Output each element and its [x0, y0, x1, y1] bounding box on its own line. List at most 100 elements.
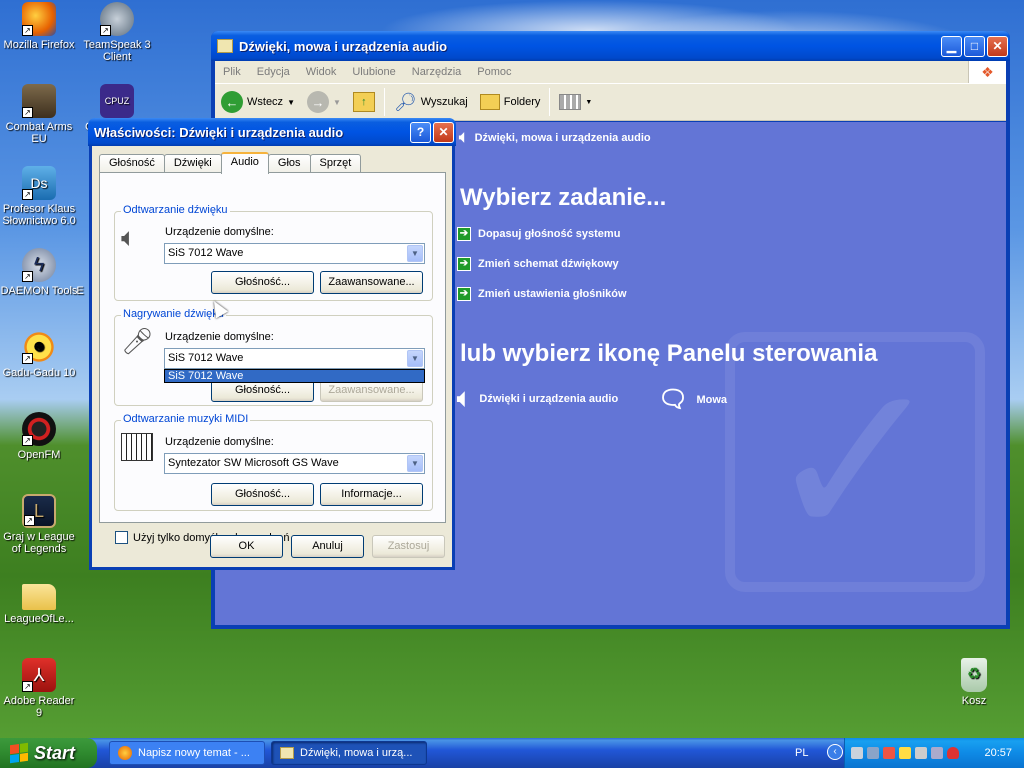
- help-button[interactable]: ?: [410, 121, 431, 143]
- playback-volume-button[interactable]: Głośność...: [211, 271, 314, 294]
- desktop-icon-partial[interactable]: E: [73, 285, 87, 297]
- tray-app-icon[interactable]: [883, 747, 895, 759]
- up-button[interactable]: ↑: [347, 92, 381, 112]
- clock[interactable]: 20:57: [984, 747, 1024, 759]
- desktop-icon-gadu-gadu[interactable]: ☻ ↗ Gadu-Gadu 10: [0, 330, 79, 379]
- cp-icon-speech[interactable]: 🗨︎ Mowa: [658, 385, 727, 414]
- recording-dropdown-option[interactable]: SiS 7012 Wave: [164, 369, 425, 383]
- icon-label: TeamSpeak 3 Client: [83, 39, 151, 63]
- panel-title-text: Dźwięki, mowa i urządzenia audio: [474, 132, 651, 144]
- tray-gadu-icon[interactable]: [899, 747, 911, 759]
- midi-device-select[interactable]: Syntezator SW Microsoft GS Wave ▼: [164, 453, 425, 474]
- windows-logo-icon: ❖: [968, 61, 1006, 83]
- desktop-icon-adobe-reader[interactable]: ⅄ ↗ Adobe Reader 9: [0, 658, 79, 719]
- tray-volume-icon[interactable]: [931, 747, 943, 759]
- search-button[interactable]: 🔎︎ Wyszukaj: [388, 92, 474, 113]
- daemon-tools-icon: ϟ ↗: [22, 248, 56, 282]
- taskbar-item-firefox[interactable]: Napisz nowy temat - ...: [109, 741, 265, 765]
- folders-icon: [479, 94, 500, 110]
- chevron-down-icon[interactable]: ▼: [333, 98, 341, 107]
- menu-widok[interactable]: Widok: [298, 66, 345, 78]
- desktop-icon-league[interactable]: L ↗ Graj w League of Legends: [0, 494, 79, 555]
- desktop-icon-teamspeak[interactable]: ↗ TeamSpeak 3 Client: [77, 2, 157, 63]
- minimize-button[interactable]: ▁: [941, 35, 962, 57]
- recording-device-label: Urządzenie domyślne:: [165, 331, 274, 343]
- chevron-down-icon[interactable]: ▼: [287, 98, 295, 107]
- menu-ulubione[interactable]: Ulubione: [344, 66, 403, 78]
- folders-label: Foldery: [503, 96, 541, 108]
- folders-button[interactable]: Foldery: [474, 94, 547, 110]
- speech-icon: 🗨︎: [658, 386, 689, 413]
- heading-choose-task: Wybierz zadanie...: [460, 184, 667, 211]
- tray-app-icon[interactable]: [867, 747, 879, 759]
- menu-pomoc[interactable]: Pomoc: [469, 66, 519, 78]
- desktop-icon-combat-arms[interactable]: ↗ Combat Arms EU: [0, 84, 79, 145]
- midi-volume-button[interactable]: Głośność...: [211, 483, 314, 506]
- audio-tab-panel: Odtwarzanie dźwięku 🔈︎ Urządzenie domyśl…: [99, 172, 446, 544]
- forward-arrow-icon: →: [306, 91, 329, 113]
- menu-edycja[interactable]: Edycja: [249, 66, 298, 78]
- tab-strip: Głośność Dźwięki Audio Głos Sprzęt: [99, 152, 362, 174]
- tab-sprzet[interactable]: Sprzęt: [309, 154, 362, 173]
- close-button[interactable]: ✕: [987, 35, 1008, 57]
- midi-device-label: Urządzenie domyślne:: [165, 436, 274, 448]
- properties-dialog[interactable]: Właściwości: Dźwięki i urządzenia audio …: [88, 118, 456, 570]
- menu-plik[interactable]: Plik: [215, 66, 249, 78]
- task-change-speaker-settings[interactable]: ➔ Zmień ustawienia głośników: [457, 287, 627, 301]
- folder-icon: [22, 584, 56, 610]
- playback-advanced-button[interactable]: Zaawansowane...: [320, 271, 423, 294]
- toolbar: ← Wstecz ▼ → ▼ ↑ 🔎︎ Wyszukaj Foldery ▼: [215, 83, 1006, 121]
- task-adjust-volume[interactable]: ➔ Dopasuj głośność systemu: [457, 227, 620, 241]
- maximize-button[interactable]: □: [964, 35, 985, 57]
- playback-device-select[interactable]: SiS 7012 Wave ▼: [164, 243, 425, 264]
- chevron-down-icon[interactable]: ▼: [407, 455, 423, 472]
- midi-info-button[interactable]: Informacje...: [320, 483, 423, 506]
- views-button[interactable]: ▼: [553, 94, 598, 110]
- icon-label: Adobe Reader 9: [3, 695, 75, 719]
- cancel-button[interactable]: Anuluj: [291, 535, 364, 558]
- desktop-icon-openfm[interactable]: ↗ OpenFM: [0, 412, 79, 461]
- forward-button[interactable]: → ▼: [301, 91, 347, 113]
- tab-audio[interactable]: Audio: [220, 152, 269, 174]
- desktop-icon-firefox[interactable]: ↗ Mozilla Firefox: [0, 2, 79, 51]
- menu-bar: Plik Edycja Widok Ulubione Narzędzia Pom…: [215, 61, 1006, 83]
- show-hidden-icons-button[interactable]: ‹: [827, 744, 843, 760]
- tab-glos[interactable]: Głos: [267, 154, 311, 173]
- speaker-icon: 🔈︎: [459, 129, 469, 146]
- menu-narzedzia[interactable]: Narzędzia: [404, 66, 470, 78]
- chevron-down-icon[interactable]: ▼: [407, 245, 423, 262]
- windows-flag-icon: [10, 742, 28, 764]
- ok-button[interactable]: OK: [210, 535, 283, 558]
- chevron-down-icon[interactable]: ▼: [585, 99, 592, 106]
- desktop-icon-league-folder[interactable]: LeagueOfLe...: [0, 578, 79, 625]
- explorer-titlebar[interactable]: Dźwięki, mowa i urządzenia audio ▁ □ ✕: [211, 31, 1010, 61]
- desktop-icon-profesor-klaus[interactable]: Ds ↗ Profesor Klaus Słownictwo 6.0: [0, 166, 79, 227]
- start-button[interactable]: Start: [0, 738, 97, 768]
- desktop-icon-recycle-bin[interactable]: ♻ Kosz: [934, 658, 1014, 707]
- tab-glosnosc[interactable]: Głośność: [99, 154, 165, 173]
- back-button[interactable]: ← Wstecz ▼: [215, 91, 301, 113]
- dialog-titlebar[interactable]: Właściwości: Dźwięki i urządzenia audio …: [88, 118, 456, 146]
- dialog-title: Właściwości: Dźwięki i urządzenia audio: [94, 124, 344, 140]
- taskbar-item-sounds[interactable]: Dźwięki, mowa i urzą...: [271, 741, 427, 765]
- back-arrow-icon: ←: [221, 91, 243, 113]
- chevron-down-icon[interactable]: ▼: [407, 350, 423, 367]
- language-indicator[interactable]: PL: [795, 747, 808, 759]
- recording-device-select[interactable]: SiS 7012 Wave ▼: [164, 348, 425, 369]
- task-change-sound-scheme[interactable]: ➔ Zmień schemat dźwiękowy: [457, 257, 619, 271]
- task-label: Zmień schemat dźwiękowy: [478, 258, 619, 270]
- midi-keyboard-icon: [121, 433, 153, 461]
- tray-network-icon[interactable]: [851, 747, 863, 759]
- tray-security-icon[interactable]: [947, 747, 959, 759]
- default-devices-checkbox[interactable]: [115, 531, 128, 544]
- desktop-icon-daemon-tools[interactable]: ϟ ↗ DAEMON Tools: [0, 248, 79, 297]
- cp-icon-sounds[interactable]: 🔈︎ Dźwięki i urządzenia audio: [457, 385, 618, 413]
- arrow-right-icon: ➔: [457, 257, 471, 271]
- playback-group-label: Odtwarzanie dźwięku: [121, 204, 230, 216]
- playback-device-value: SiS 7012 Wave: [168, 247, 244, 259]
- dialog-close-button[interactable]: ✕: [433, 121, 454, 143]
- tray-app-icon[interactable]: [915, 747, 927, 759]
- taskbar-item-label: Napisz nowy temat - ...: [138, 747, 250, 759]
- tab-dzwieki[interactable]: Dźwięki: [163, 154, 222, 173]
- explorer-title: Dźwięki, mowa i urządzenia audio: [239, 38, 448, 54]
